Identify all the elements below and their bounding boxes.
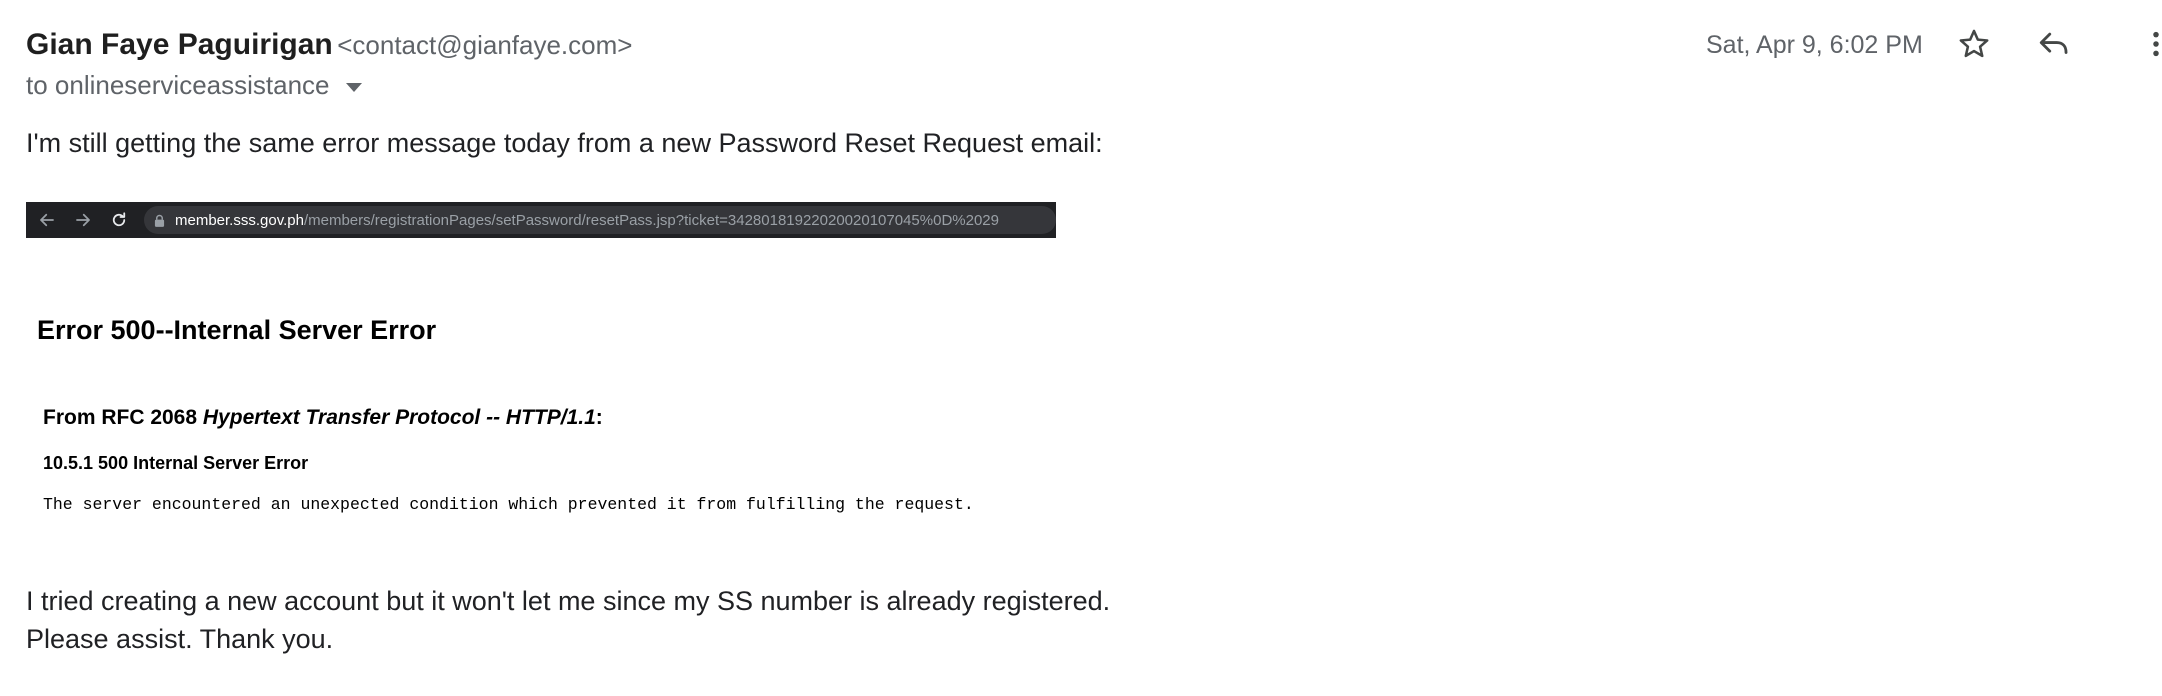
star-button[interactable]	[1954, 24, 1994, 64]
rfc-protocol: Hypertext Transfer Protocol -- HTTP/1.1	[202, 406, 596, 429]
sender-line: Gian Faye Paguirigan <contact@gianfaye.c…	[26, 28, 632, 62]
more-vert-icon	[2153, 31, 2159, 57]
reply-icon	[2039, 32, 2068, 54]
forward-arrow-icon	[68, 205, 98, 235]
email-header: Gian Faye Paguirigan <contact@gianfaye.c…	[26, 26, 2162, 106]
message-intro: I'm still getting the same error message…	[26, 128, 1103, 158]
rfc-suffix: :	[595, 406, 603, 429]
error-title: Error 500--Internal Server Error	[37, 315, 437, 345]
url-domain: member.sss.gov.ph	[175, 211, 304, 229]
lock-icon	[154, 214, 165, 227]
message-closing-line-2: Please assist. Thank you.	[26, 624, 334, 654]
more-options-button[interactable]	[2136, 24, 2162, 64]
rfc-reference: From RFC 2068 Hypertext Transfer Protoco…	[43, 406, 603, 430]
url-field: member.sss.gov.ph/members/registrationPa…	[144, 206, 1056, 234]
chevron-down-icon[interactable]	[345, 83, 362, 92]
recipients-toggle[interactable]: to onlineserviceassistance	[26, 70, 362, 101]
sender-name[interactable]: Gian Faye Paguirigan	[26, 28, 333, 61]
rfc-prefix: From RFC 2068	[43, 406, 203, 429]
url-path: /members/registrationPages/setPassword/r…	[303, 211, 999, 229]
error-description: The server encountered an unexpected con…	[43, 495, 974, 514]
star-icon	[1959, 29, 1989, 58]
message-closing-line-1: I tried creating a new account but it wo…	[26, 586, 1111, 616]
sender-email: <contact@gianfaye.com>	[337, 30, 633, 60]
email-date: Sat, Apr 9, 6:02 PM	[1706, 31, 1923, 59]
back-arrow-icon	[32, 205, 62, 235]
error-section-heading: 10.5.1 500 Internal Server Error	[43, 453, 309, 473]
reload-icon	[104, 205, 134, 235]
reply-button[interactable]	[2034, 24, 2074, 64]
recipients-label: to onlineserviceassistance	[26, 70, 330, 100]
browser-address-bar-screenshot: member.sss.gov.ph/members/registrationPa…	[26, 202, 1056, 238]
